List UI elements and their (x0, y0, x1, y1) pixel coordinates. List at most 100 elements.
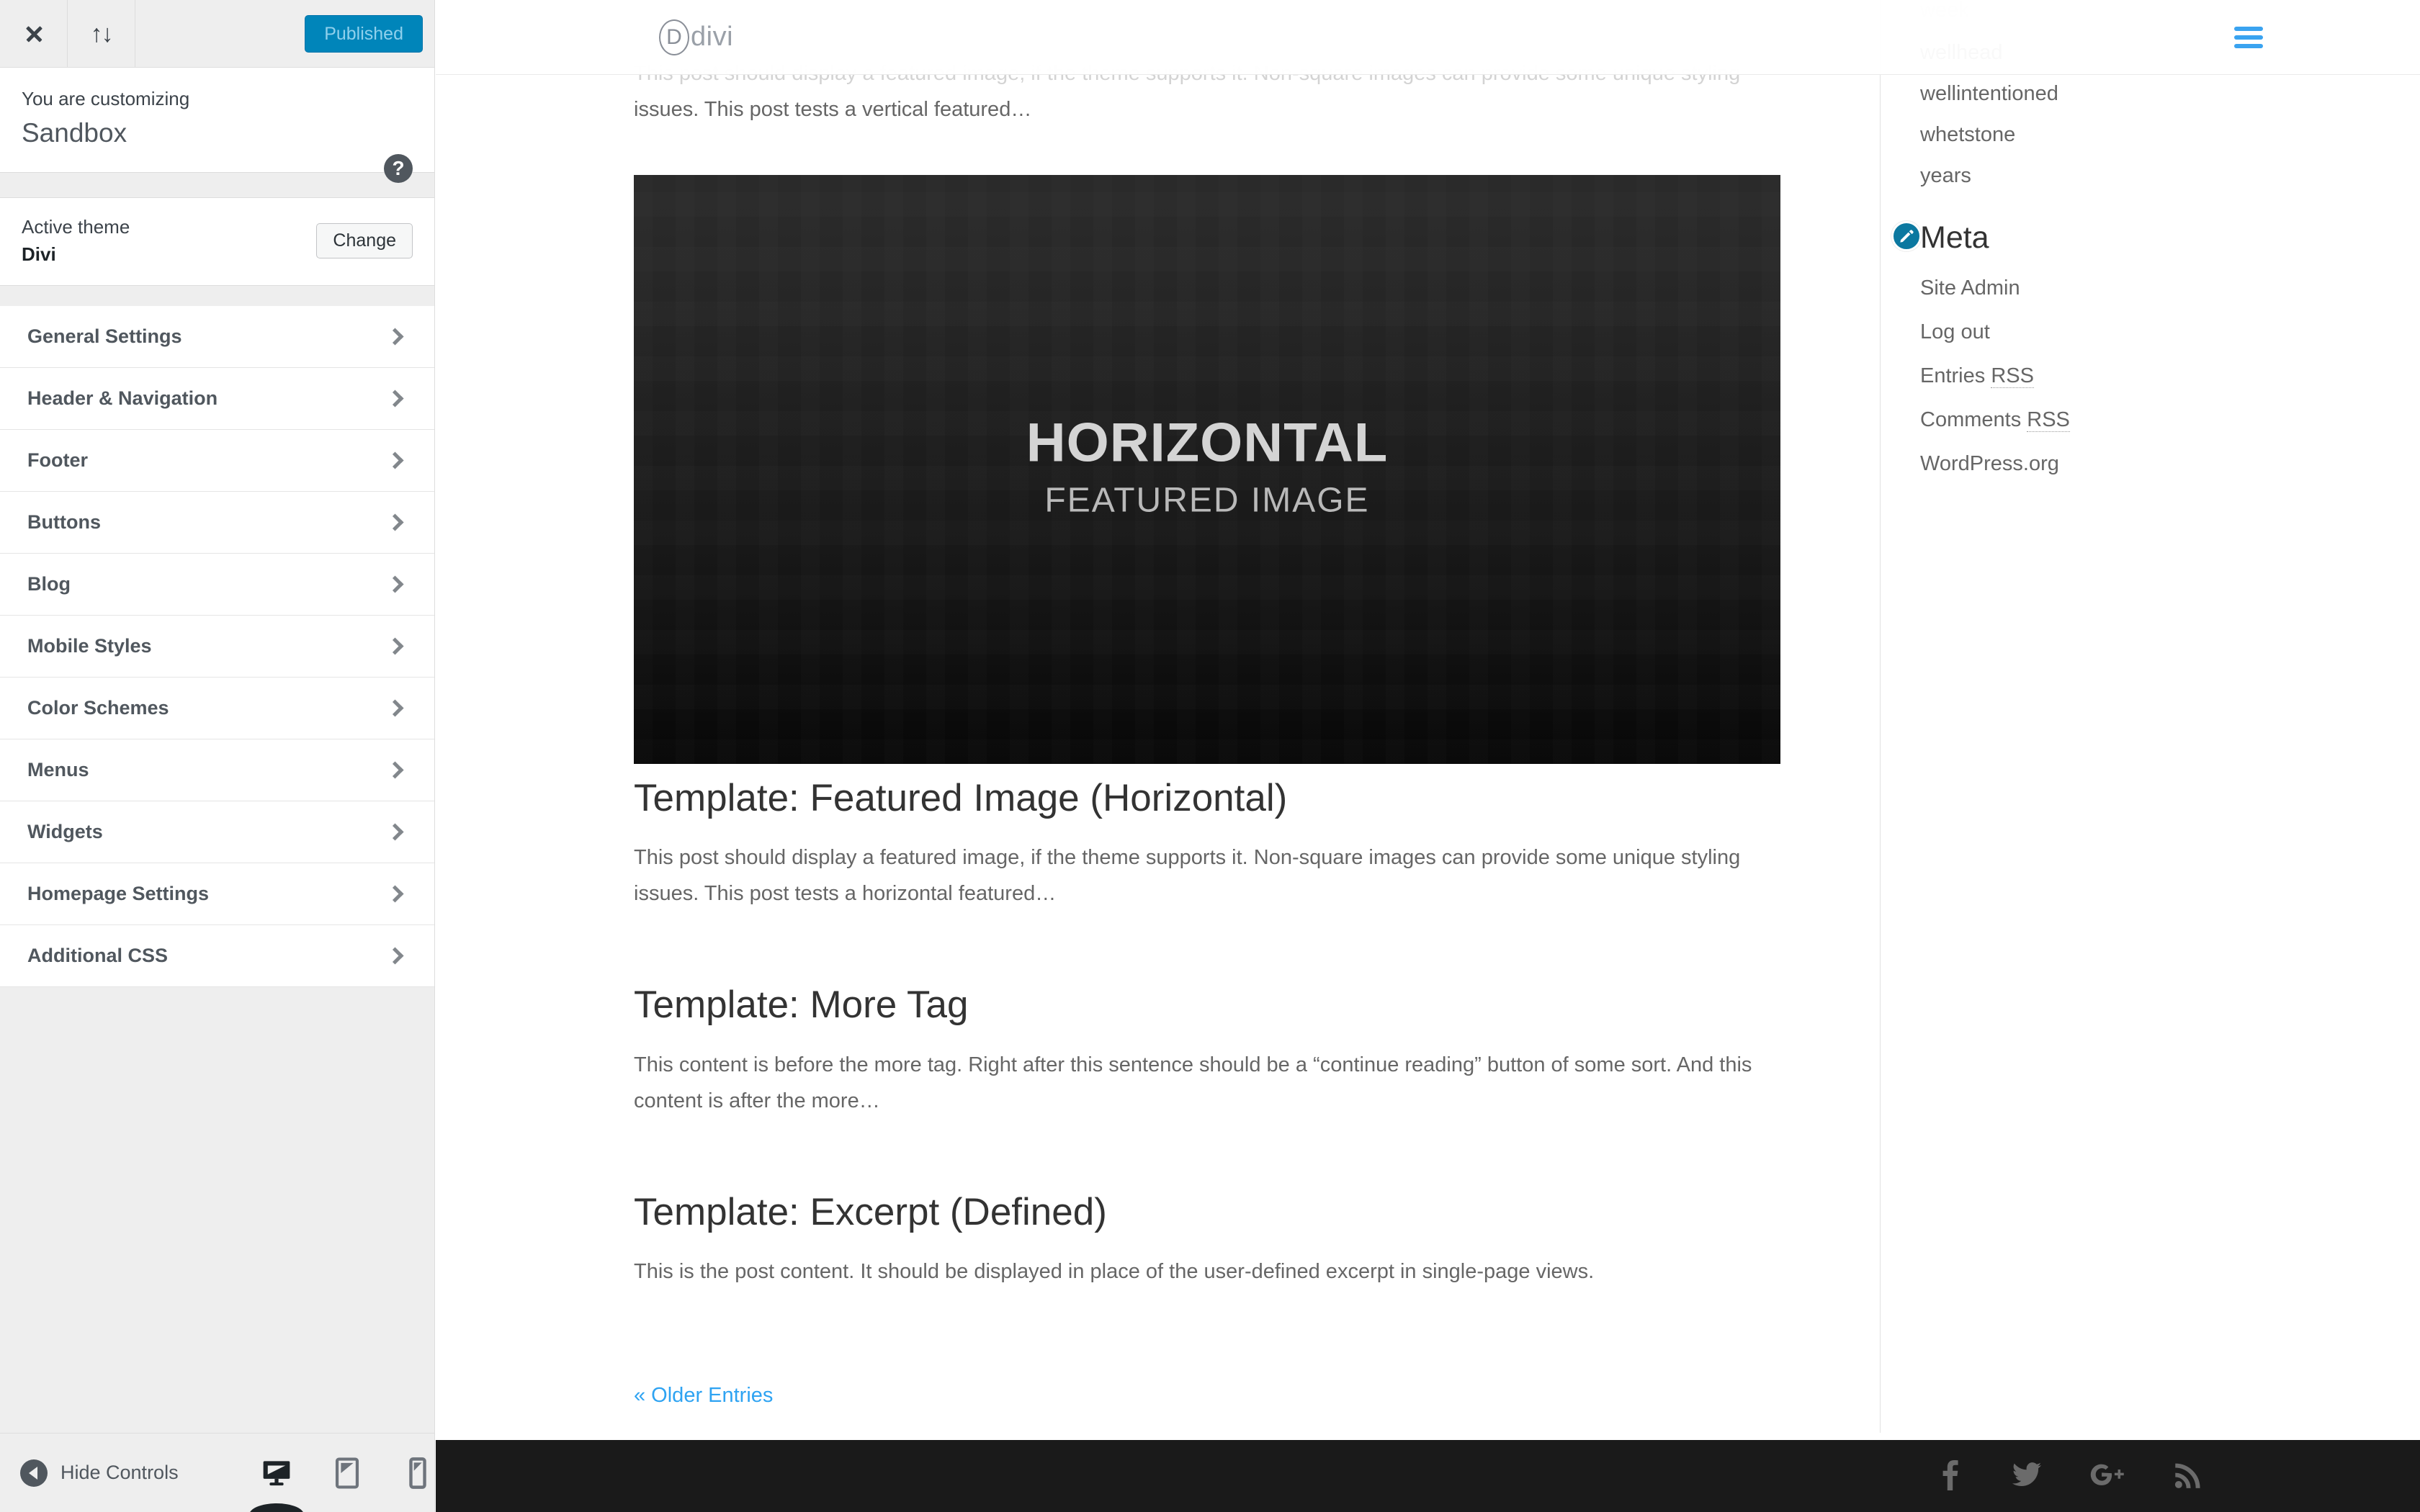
site-footer (436, 1440, 2420, 1512)
tag-cloud-item[interactable]: wellintentioned (1920, 84, 2326, 104)
featured-image-subtitle: FEATURED IMAGE (1044, 481, 1370, 520)
divi-logo-mark: D (659, 19, 689, 55)
post-excerpt-featured-image-horizontal: This post should display a featured imag… (634, 846, 1741, 906)
publish-button[interactable]: Published (305, 14, 423, 53)
change-theme-button[interactable]: Change (316, 223, 413, 259)
rss-icon[interactable] (2174, 1459, 2204, 1494)
facebook-icon[interactable] (1937, 1459, 1964, 1494)
customizer-title-block: You are customizing Sandbox ? (0, 68, 434, 183)
customizer-sections-list: General Settings Header & Navigation Foo… (0, 306, 434, 988)
blog-post-list: This post should display a featured imag… (634, 0, 1883, 1408)
sidebar-item-widgets[interactable]: Widgets (0, 801, 434, 864)
sidebar-item-label: Buttons (27, 511, 101, 534)
device-tablet-button[interactable] (330, 1454, 364, 1492)
meta-link-site-admin[interactable]: Site Admin (1920, 276, 2020, 300)
hide-controls-button[interactable]: Hide Controls (0, 1459, 179, 1487)
chevron-right-icon (386, 513, 404, 531)
sidebar-item-label: Mobile Styles (27, 635, 152, 657)
featured-image-horizontal[interactable]: HORIZONTAL FEATURED IMAGE (634, 174, 1780, 764)
chevron-right-icon (386, 885, 404, 903)
sidebar-item-label: Widgets (27, 821, 103, 843)
chevron-right-icon (386, 761, 404, 779)
list-item[interactable]: Comments RSS (1920, 408, 2326, 432)
sidebar-item-additional-css[interactable]: Additional CSS (0, 925, 434, 988)
sidebar-item-label: General Settings (27, 325, 182, 348)
older-entries-link[interactable]: « Older Entries (634, 1384, 773, 1408)
collapse-sidebar-button[interactable]: ↑↓ (68, 0, 135, 67)
chevron-right-icon (386, 451, 404, 469)
sidebar-item-general-settings[interactable]: General Settings (0, 306, 434, 369)
meta-link-entries-rss[interactable]: Entries RSS (1920, 364, 2034, 388)
device-preview-buttons (249, 1454, 435, 1512)
divi-logo[interactable]: D divi (659, 19, 733, 55)
active-theme-label: Active theme (22, 216, 130, 238)
tag-cloud-item[interactable]: whetstone (1920, 125, 2326, 145)
device-mobile-button[interactable] (400, 1454, 435, 1492)
site-header: D divi (436, 0, 2420, 75)
close-icon (23, 23, 45, 45)
tag-cloud-item[interactable]: years (1920, 166, 2326, 186)
chevron-right-icon (386, 390, 404, 408)
publish-area: Published (135, 0, 434, 67)
meta-link-text: Comments (1920, 408, 2027, 431)
preview-page-body: This post should display a featured imag… (436, 0, 2420, 1440)
help-icon[interactable]: ? (384, 154, 413, 183)
close-customizer-button[interactable] (0, 0, 68, 67)
active-device-marker (249, 1503, 304, 1512)
customizer-footer-bar: Hide Controls (0, 1433, 434, 1512)
chevron-right-icon (386, 575, 404, 593)
post-title-excerpt-defined[interactable]: Template: Excerpt (Defined) (634, 1189, 1883, 1236)
meta-link-comments-rss[interactable]: Comments RSS (1920, 408, 2070, 432)
desktop-icon (263, 1460, 290, 1485)
sidebar-item-buttons[interactable]: Buttons (0, 492, 434, 554)
sidebar-item-menus[interactable]: Menus (0, 739, 434, 802)
rss-abbr: RSS (1991, 364, 2034, 388)
sidebar-item-label: Additional CSS (27, 945, 168, 967)
pencil-edit-icon[interactable] (1891, 221, 1922, 251)
hamburger-menu-icon[interactable] (2234, 26, 2263, 48)
device-desktop-button[interactable] (249, 1454, 304, 1512)
sidebar-item-label: Color Schemes (27, 697, 169, 719)
meta-widget: Meta Site Admin Log out Entries RSS Comm… (1891, 220, 2326, 476)
active-theme-row: Active theme Divi Change (0, 197, 434, 287)
site-title: Sandbox (22, 118, 127, 148)
list-item[interactable]: WordPress.org (1920, 452, 2326, 476)
hide-controls-label: Hide Controls (60, 1462, 179, 1483)
post-excerpt-partial-visible-line: issues. This post tests a vertical featu… (634, 97, 1032, 121)
meta-link-wordpress-org[interactable]: WordPress.org (1920, 452, 2059, 475)
twitter-icon[interactable] (2011, 1459, 2043, 1494)
sidebar-item-blog[interactable]: Blog (0, 554, 434, 616)
list-item[interactable]: Log out (1920, 320, 2326, 344)
mobile-icon (409, 1457, 426, 1489)
featured-image-title: HORIZONTAL (1026, 412, 1389, 474)
meta-widget-title: Meta (1920, 220, 1989, 255)
tablet-icon (335, 1457, 359, 1489)
sidebar-item-label: Menus (27, 759, 89, 781)
post-title-featured-image-horizontal[interactable]: Template: Featured Image (Horizontal) (634, 775, 1883, 822)
customizer-sidebar: ↑↓ Published You are customizing Sandbox… (0, 0, 435, 1512)
sidebar-item-mobile-styles[interactable]: Mobile Styles (0, 616, 434, 678)
chevron-right-icon (386, 699, 404, 717)
sidebar-item-header-navigation[interactable]: Header & Navigation (0, 368, 434, 431)
sidebar-item-footer[interactable]: Footer (0, 430, 434, 492)
chevron-right-icon (386, 637, 404, 655)
active-theme-name: Divi (22, 243, 56, 265)
customizing-label: You are customizing (22, 88, 190, 109)
spacer (0, 286, 434, 307)
chevron-right-icon (386, 823, 404, 841)
post-title-more-tag[interactable]: Template: More Tag (634, 982, 1883, 1029)
list-item[interactable]: Entries RSS (1920, 364, 2326, 388)
post-excerpt-more-tag: This content is before the more tag. Rig… (634, 1053, 1752, 1112)
sidebar-item-homepage-settings[interactable]: Homepage Settings (0, 863, 434, 926)
meta-link-log-out[interactable]: Log out (1920, 320, 1990, 343)
rss-abbr: RSS (2027, 408, 2070, 432)
divi-logo-text: divi (691, 22, 734, 52)
sidebar-empty-area (0, 987, 434, 1433)
chevron-right-icon (386, 947, 404, 965)
sidebar-item-color-schemes[interactable]: Color Schemes (0, 678, 434, 740)
preview-sidebar: week wellhead wellintentioned whetstone … (1880, 0, 2326, 1433)
sidebar-item-label: Header & Navigation (27, 387, 218, 410)
chevron-right-icon (386, 328, 404, 346)
google-plus-icon[interactable] (2089, 1459, 2127, 1494)
list-item[interactable]: Site Admin (1920, 276, 2326, 300)
